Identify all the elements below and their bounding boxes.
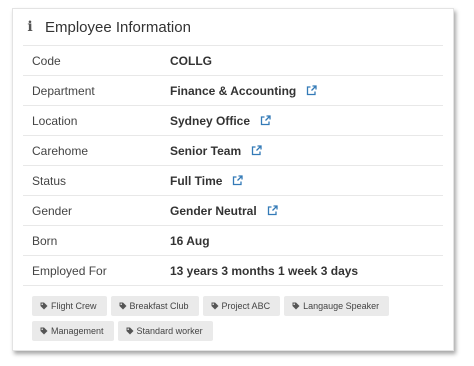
- tag-management[interactable]: Management: [32, 321, 114, 341]
- value-text: 16 Aug: [170, 233, 210, 248]
- row-department: Department Finance & Accounting: [23, 76, 443, 106]
- tag-list: Flight Crew Breakfast Club Project ABC L…: [13, 286, 412, 346]
- tag-project-abc[interactable]: Project ABC: [202, 296, 281, 316]
- row-label: Born: [32, 233, 58, 248]
- row-value: Sydney Office: [170, 114, 271, 128]
- row-employed-for: Employed For 13 years 3 months 1 week 3 …: [23, 256, 443, 286]
- panel-title: Employee Information: [45, 18, 191, 36]
- external-link-icon[interactable]: [306, 85, 317, 96]
- row-label: Code: [32, 53, 61, 68]
- row-value: Full Time: [170, 174, 244, 188]
- employee-info-table: Code COLLG Department Finance & Accounti…: [23, 45, 443, 286]
- tag-icon: [211, 302, 219, 310]
- status-link-text[interactable]: Full Time: [170, 174, 222, 188]
- row-value: Gender Neutral: [170, 204, 278, 218]
- tag-label: Standard worker: [136, 326, 203, 336]
- gender-link-text[interactable]: Gender Neutral: [170, 204, 257, 218]
- location-link-text[interactable]: Sydney Office: [170, 114, 250, 128]
- tag-label: Management: [51, 326, 104, 336]
- tag-icon: [40, 327, 48, 335]
- row-label: Carehome: [32, 143, 89, 158]
- tag-icon: [126, 327, 134, 335]
- row-born: Born 16 Aug: [23, 226, 443, 256]
- tag-icon: [40, 302, 48, 310]
- row-status: Status Full Time: [23, 166, 443, 196]
- row-value: Finance & Accounting: [170, 84, 317, 98]
- tag-icon: [119, 302, 127, 310]
- row-label: Employed For: [32, 263, 107, 278]
- tag-label: Flight Crew: [51, 301, 97, 311]
- info-icon: i: [27, 19, 33, 35]
- row-label: Gender: [32, 203, 73, 218]
- row-value: Senior Team: [170, 144, 262, 158]
- row-value: 13 years 3 months 1 week 3 days: [170, 264, 358, 278]
- row-label: Status: [32, 173, 67, 188]
- row-gender: Gender Gender Neutral: [23, 196, 443, 226]
- row-code: Code COLLG: [23, 46, 443, 76]
- tag-label: Project ABC: [221, 301, 271, 311]
- row-value: 16 Aug: [170, 234, 210, 248]
- department-link-text[interactable]: Finance & Accounting: [170, 84, 296, 98]
- tag-label: Breakfast Club: [129, 301, 189, 311]
- tag-breakfast-club[interactable]: Breakfast Club: [110, 296, 199, 316]
- row-carehome: Carehome Senior Team: [23, 136, 443, 166]
- row-value: COLLG: [170, 54, 212, 68]
- value-text: 13 years 3 months 1 week 3 days: [170, 263, 359, 278]
- external-link-icon[interactable]: [251, 145, 262, 156]
- tag-flight-crew[interactable]: Flight Crew: [32, 296, 107, 316]
- panel-header: i Employee Information: [13, 9, 453, 45]
- tag-standard-worker[interactable]: Standard worker: [117, 321, 213, 341]
- external-link-icon[interactable]: [232, 175, 244, 186]
- carehome-link-text[interactable]: Senior Team: [170, 144, 241, 158]
- value-text: COLLG: [170, 53, 212, 68]
- tag-icon: [292, 302, 300, 310]
- employee-information-panel: i Employee Information Code COLLG Depart…: [12, 8, 454, 351]
- tag-language-speaker[interactable]: Langauge Speaker: [284, 296, 390, 316]
- row-location: Location Sydney Office: [23, 106, 443, 136]
- row-label: Location: [32, 113, 78, 128]
- external-link-icon[interactable]: [267, 205, 278, 216]
- row-label: Department: [32, 83, 95, 98]
- external-link-icon[interactable]: [260, 115, 271, 126]
- tag-label: Langauge Speaker: [303, 301, 380, 311]
